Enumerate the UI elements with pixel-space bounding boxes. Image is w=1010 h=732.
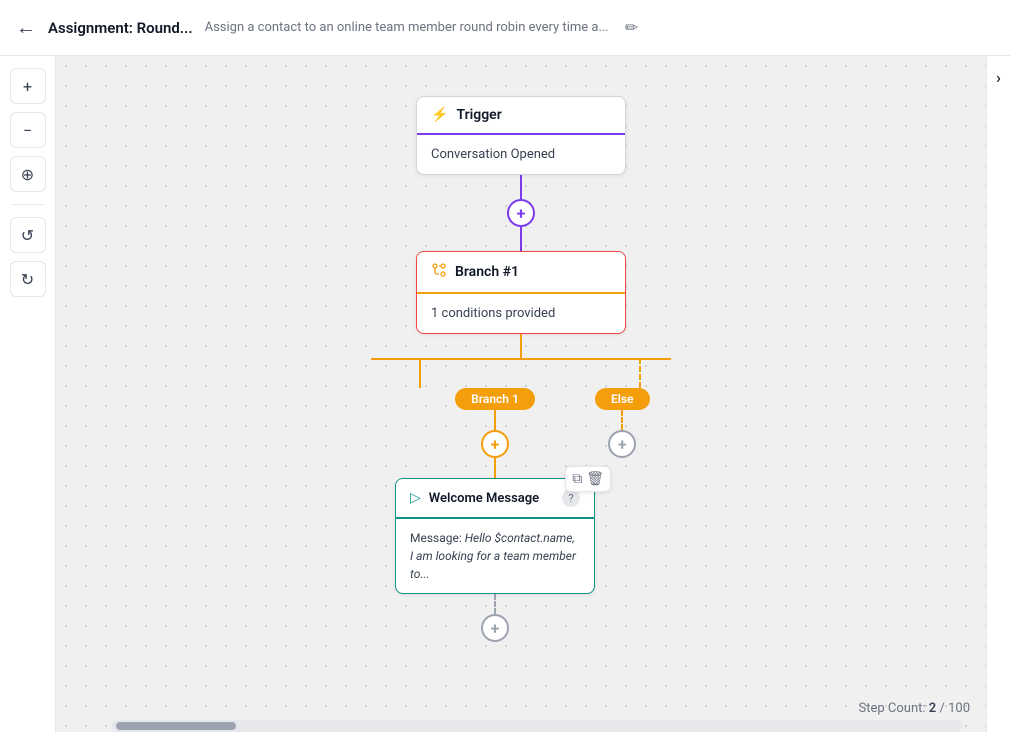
redo-button[interactable]: ↻ bbox=[10, 261, 46, 297]
message-label: Message: bbox=[410, 531, 462, 545]
trigger-header: ⚡ Trigger bbox=[417, 97, 625, 135]
message-body: Message: Hello $contact.name, I am looki… bbox=[396, 519, 594, 593]
branch1-column: Branch 1 + ▷ Welcome Message ? bbox=[395, 388, 595, 642]
branch-label-row: Branch 1 + ▷ Welcome Message ? bbox=[371, 388, 671, 642]
add-button-after-msg[interactable]: + bbox=[481, 614, 509, 642]
trigger-icon: ⚡ bbox=[431, 107, 448, 123]
connector-line-1 bbox=[520, 175, 522, 199]
branch1-vline2 bbox=[494, 410, 496, 430]
branch-header: Branch #1 bbox=[417, 252, 625, 294]
copy-button[interactable]: ⧉ bbox=[572, 471, 582, 487]
center-button[interactable]: ⊕ bbox=[10, 156, 46, 192]
message-node-wrapper: ▷ Welcome Message ? Message: Hello $cont… bbox=[395, 478, 595, 594]
right-panel-toggle[interactable]: › bbox=[986, 56, 1010, 732]
connector-line-2 bbox=[520, 227, 522, 251]
add-button-branch1[interactable]: + bbox=[481, 430, 509, 458]
undo-button[interactable]: ↺ bbox=[10, 217, 46, 253]
toolbar-divider bbox=[12, 204, 44, 205]
message-node[interactable]: ▷ Welcome Message ? Message: Hello $cont… bbox=[395, 478, 595, 594]
branch-body: 1 conditions provided bbox=[417, 294, 625, 333]
left-toolbar: + − ⊕ ↺ ↻ bbox=[0, 56, 56, 732]
else-column: Else + bbox=[595, 388, 650, 458]
scrollbar-thumb bbox=[116, 722, 236, 730]
trigger-body: Conversation Opened bbox=[417, 135, 625, 174]
zoom-in-button[interactable]: + bbox=[10, 68, 46, 104]
back-button[interactable]: ← bbox=[16, 15, 36, 40]
message-icon: ▷ bbox=[410, 490, 421, 506]
step-count-current: 2 bbox=[929, 701, 936, 716]
flow-container: ⚡ Trigger Conversation Opened + bbox=[361, 96, 681, 642]
branch-split-area: Branch 1 + ▷ Welcome Message ? bbox=[361, 334, 681, 642]
else-vline bbox=[639, 358, 641, 388]
connector-1: + bbox=[507, 175, 535, 251]
add-button-1[interactable]: + bbox=[507, 199, 535, 227]
page-title: Assignment: Round... bbox=[48, 19, 193, 37]
else-pill[interactable]: Else bbox=[595, 388, 650, 410]
branch1-pill[interactable]: Branch 1 bbox=[455, 388, 535, 410]
header: ← Assignment: Round... Assign a contact … bbox=[0, 0, 1010, 56]
canvas: ⚡ Trigger Conversation Opened + bbox=[56, 56, 986, 732]
step-count-separator: / bbox=[939, 701, 944, 716]
step-count-max: 100 bbox=[948, 701, 970, 716]
branch-title: Branch #1 bbox=[455, 264, 519, 280]
branch-node[interactable]: Branch #1 1 conditions provided bbox=[416, 251, 626, 334]
h-connector bbox=[371, 358, 671, 360]
branch1-vline bbox=[419, 358, 421, 388]
step-count: Step Count: 2 / 100 bbox=[859, 701, 970, 716]
branch-vline bbox=[520, 334, 522, 358]
after-msg-vline bbox=[494, 594, 496, 614]
panel-toggle-icon: › bbox=[996, 68, 1001, 87]
trigger-node[interactable]: ⚡ Trigger Conversation Opened bbox=[416, 96, 626, 175]
message-title: Welcome Message bbox=[429, 491, 554, 506]
zoom-out-button[interactable]: − bbox=[10, 112, 46, 148]
branch-icon bbox=[431, 262, 447, 282]
node-actions: ⧉ 🗑 bbox=[565, 466, 611, 492]
header-description: Assign a contact to an online team membe… bbox=[205, 20, 609, 35]
delete-button[interactable]: 🗑 bbox=[586, 471, 604, 487]
else-dashed-vline bbox=[621, 410, 623, 430]
step-count-label: Step Count: bbox=[859, 701, 926, 716]
main-layout: + − ⊕ ↺ ↻ ⚡ Trigger Conversation Opened … bbox=[0, 56, 1010, 732]
bottom-scrollbar[interactable] bbox=[112, 720, 962, 732]
trigger-title: Trigger bbox=[456, 107, 501, 123]
branch1-vline3 bbox=[494, 458, 496, 478]
edit-icon[interactable]: ✏ bbox=[625, 18, 638, 37]
add-button-else[interactable]: + bbox=[608, 430, 636, 458]
